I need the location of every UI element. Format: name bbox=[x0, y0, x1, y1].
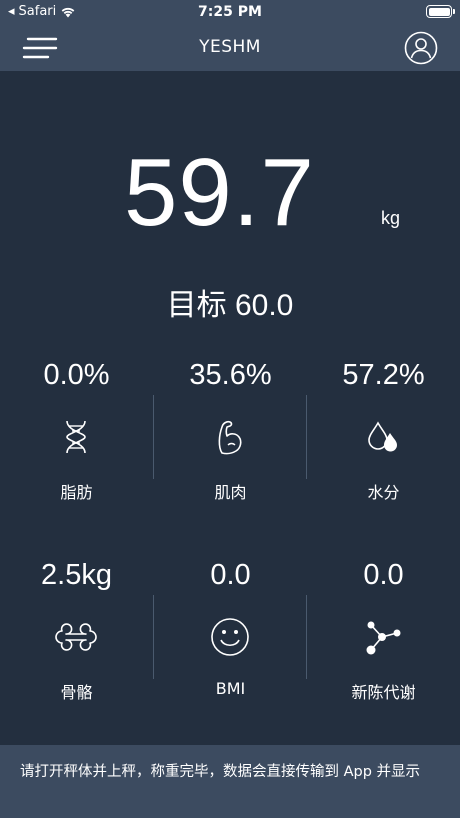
metric-water[interactable]: 57.2% 水分 bbox=[307, 355, 460, 505]
goal-weight: 目标 60.0 bbox=[166, 289, 294, 322]
metric-bmi[interactable]: 0.0 BMI bbox=[154, 555, 307, 705]
metric-bone[interactable]: 2.5kg 骨骼 bbox=[0, 555, 153, 705]
molecule-icon bbox=[366, 621, 401, 655]
bone-icon bbox=[55, 623, 97, 651]
battery-icon bbox=[426, 5, 455, 18]
metric-value: 0.0 bbox=[210, 559, 251, 591]
footer-hint: 请打开秤体并上秤，称重完毕，数据会直接传输到 App 并显示 bbox=[0, 745, 460, 818]
nav-bar: YESHM bbox=[0, 24, 460, 71]
weight-unit: kg bbox=[381, 208, 401, 228]
water-drops-icon bbox=[368, 421, 397, 452]
metric-label: 肌肉 bbox=[214, 483, 247, 502]
metric-metabolism[interactable]: 0.0 新陈代谢 bbox=[307, 555, 460, 705]
metric-label: 水分 bbox=[367, 483, 400, 502]
metric-fat[interactable]: 0.0% 脂肪 bbox=[0, 355, 153, 505]
metric-value: 0.0% bbox=[43, 359, 110, 391]
metric-label: 新陈代谢 bbox=[351, 683, 416, 702]
metric-value: 35.6% bbox=[189, 359, 272, 391]
status-time: 7:25 PM bbox=[198, 4, 262, 20]
metrics-row-1: 0.0% 脂肪 35.6% 肌肉 57.2% 水分 bbox=[0, 355, 460, 505]
metric-label: BMI bbox=[215, 679, 246, 698]
weight-value: 59.7 bbox=[124, 139, 315, 246]
metric-label: 骨骼 bbox=[60, 683, 93, 702]
muscle-icon bbox=[218, 420, 242, 455]
metric-value: 2.5kg bbox=[41, 559, 112, 591]
status-bar: ◂ Safari 7:25 PM bbox=[0, 0, 460, 24]
metric-muscle[interactable]: 35.6% 肌肉 bbox=[154, 355, 307, 505]
profile-icon[interactable] bbox=[404, 31, 438, 65]
metric-label: 脂肪 bbox=[60, 483, 93, 502]
metrics-row-2: 2.5kg 骨骼 0.0 BMI 0.0 新陈代谢 bbox=[0, 555, 460, 705]
metric-value: 0.0 bbox=[363, 559, 404, 591]
smiley-icon bbox=[211, 618, 249, 656]
metric-value: 57.2% bbox=[342, 359, 425, 391]
weight-display: 59.7 kg bbox=[0, 138, 460, 248]
dna-icon bbox=[66, 420, 86, 454]
nav-title: YESHM bbox=[199, 37, 261, 57]
